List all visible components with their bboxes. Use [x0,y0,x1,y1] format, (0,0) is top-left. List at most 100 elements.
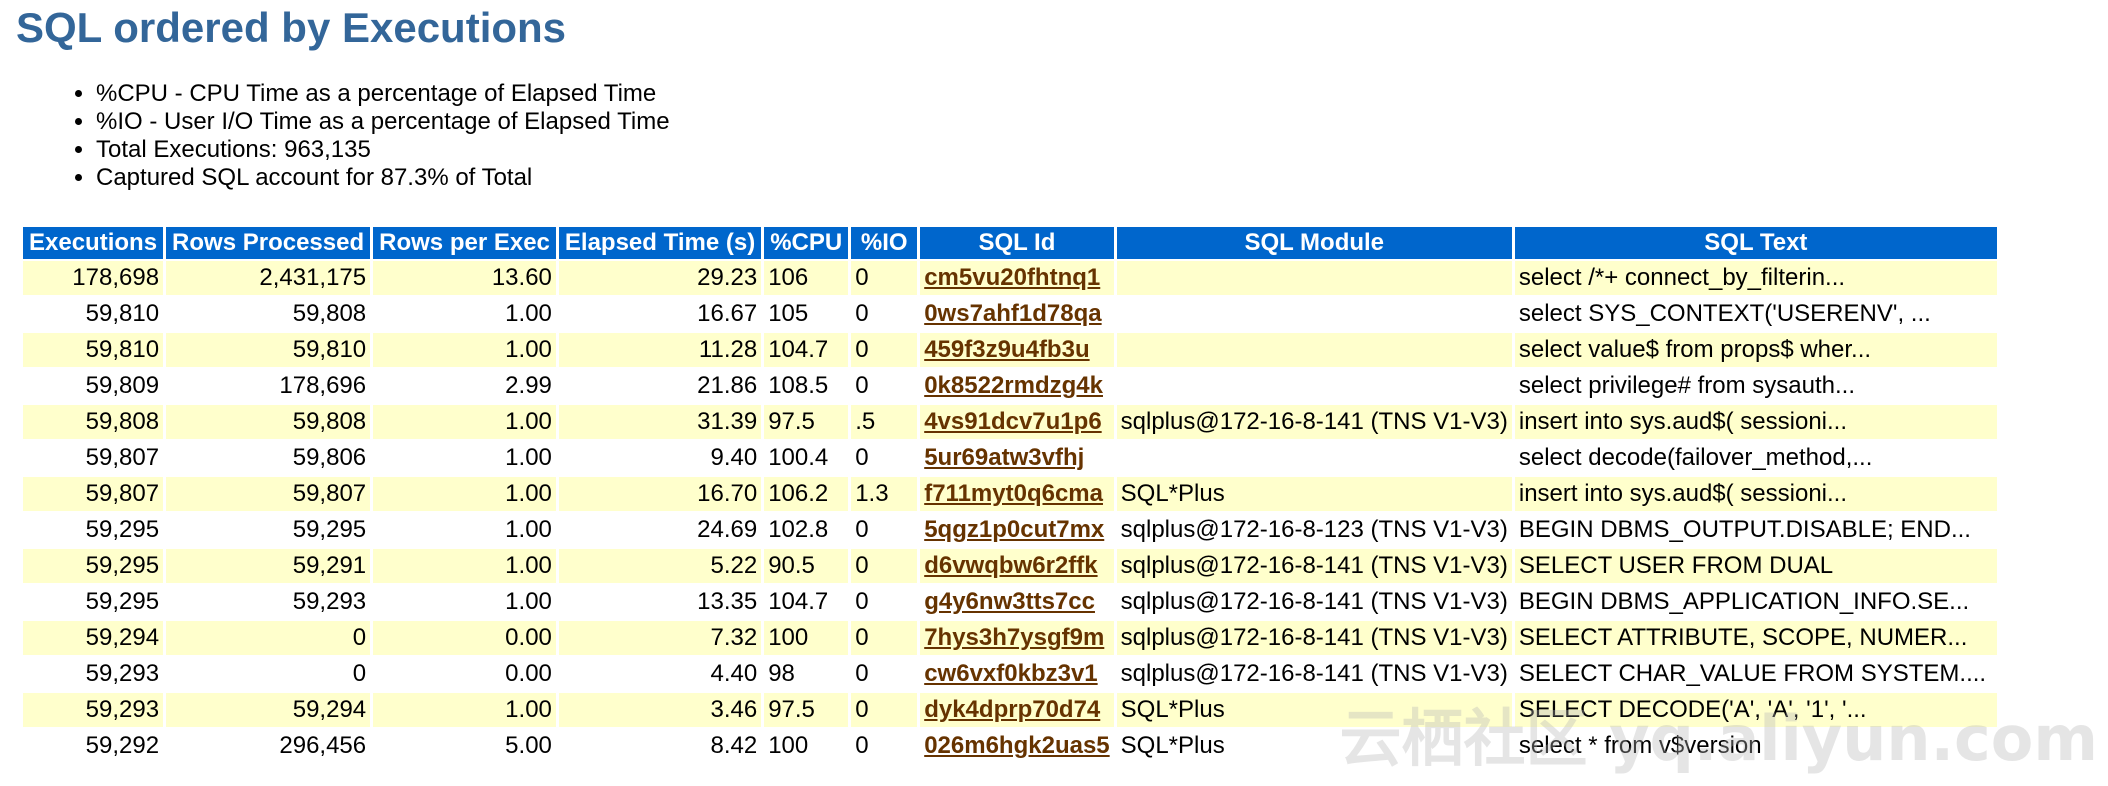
cell-cpu-pct: 104.7 [764,333,849,367]
cell-rows-processed: 2,431,175 [166,261,371,295]
table-row: 59,810 59,810 1.00 11.28 104.7 0 459f3z9u4fb3u… [23,333,1997,367]
cell-executions: 59,295 [23,549,164,583]
table-row: 59,292 296,456 5.00 8.42 100 0 026m6hgk2uas5 SQ… [23,729,1997,763]
header-rows-processed: Rows Processed [166,227,371,259]
cell-cpu-pct: 100.4 [768,444,829,471]
cell-rows-per-exec: 1.00 [505,588,552,615]
cell-elapsed-time: 4.40 [710,660,758,687]
awr-report-page: SQL ordered by Executions %CPU - CPU Tim… [0,0,2108,786]
table-row: 59,809 178,696 2.99 21.86 108.5 0 0k8522rmdzg4… [23,369,1997,403]
cell-sql-module [1116,333,1512,367]
cell-io-pct: 0 [855,732,869,759]
cell-executions: 59,292 [85,732,160,759]
cell-cpu-pct: 97.5 [764,405,849,439]
cell-elapsed-time: 31.39 [558,405,762,439]
cell-rows-processed: 59,808 [292,300,367,327]
cell-sql-id: cm5vu20fhtnq1 [920,261,1114,295]
cell-sql-text: BEGIN DBMS_OUTPUT.DISABLE; END... [1518,516,1971,543]
sql-id-link[interactable]: 5qgz1p0cut7mx [924,516,1104,543]
cell-io-pct: 0 [855,372,869,399]
cell-executions: 59,294 [23,621,164,655]
cell-rows-per-exec: 1.00 [505,516,552,543]
header-sql-id: SQL Id [920,227,1114,259]
cell-cpu-pct: 106.2 [764,477,849,511]
cell-executions: 59,810 [23,333,164,367]
cell-elapsed-time: 16.70 [558,477,762,511]
cell-io-pct: .5 [851,405,918,439]
sql-id-link[interactable]: cm5vu20fhtnq1 [924,264,1100,291]
cell-rows-processed: 296,456 [279,732,367,759]
cell-rows-per-exec: 1.00 [373,333,556,367]
cell-sql-text: insert into sys.aud$( sessioni... [1514,477,1997,511]
cell-sql-id: 026m6hgk2uas5 [920,729,1113,763]
cell-elapsed-time: 9.40 [710,444,758,471]
cell-elapsed-time: 5.22 [558,549,762,583]
sql-id-link[interactable]: g4y6nw3tts7cc [924,588,1095,615]
cell-executions: 59,295 [85,588,160,615]
cell-cpu-pct: 97.5 [764,693,849,727]
cell-io-pct: 0 [855,300,869,327]
sql-id-link[interactable]: d6vwqbw6r2ffk [924,552,1097,579]
cell-cpu-pct: 106 [764,261,849,295]
sql-id-link[interactable]: 0ws7ahf1d78qa [924,300,1101,327]
cell-rows-per-exec: 1.00 [505,300,552,327]
cell-sql-id: 5qgz1p0cut7mx [920,513,1113,547]
header-sql-module: SQL Module [1116,227,1512,259]
sql-id-link[interactable]: 7hys3h7ysgf9m [924,624,1104,651]
cell-sql-text: SELECT DECODE('A', 'A', '1', '... [1514,693,1997,727]
note-item: %CPU - CPU Time as a percentage of Elaps… [96,80,670,108]
header-rows-per-exec: Rows per Exec [373,227,556,259]
table-row: 59,293 59,294 1.00 3.46 97.5 0 dyk4dprp70d74 SQ… [23,693,1997,727]
cell-rows-processed: 0 [166,621,371,655]
cell-rows-processed: 59,293 [292,588,367,615]
sql-id-link[interactable]: 026m6hgk2uas5 [924,732,1109,759]
cell-rows-per-exec: 2.99 [505,372,552,399]
cell-elapsed-time: 8.42 [710,732,758,759]
cell-executions: 59,807 [85,444,160,471]
table-body: 178,698 2,431,175 13.60 29.23 106 0 cm5vu20fht… [23,261,1997,763]
table-row: 178,698 2,431,175 13.60 29.23 106 0 cm5vu20fht… [23,261,1997,295]
table-row: 59,295 59,291 1.00 5.22 90.5 0 d6vwqbw6r2ffk sq… [23,549,1997,583]
cell-sql-module: sqlplus@172-16-8-141 (TNS V1-V3) [1116,405,1512,439]
cell-elapsed-time: 21.86 [697,372,758,399]
header-elapsed-time: Elapsed Time (s) [558,227,762,259]
cell-rows-processed: 59,295 [292,516,367,543]
table-row: 59,808 59,808 1.00 31.39 97.5.5 4vs91dcv7u1p6… [23,405,1997,439]
cell-sql-id: dyk4dprp70d74 [920,693,1114,727]
cell-sql-text: select decode(failover_method,... [1518,444,1873,471]
cell-sql-module [1116,261,1512,295]
cell-elapsed-time: 24.69 [697,516,758,543]
cell-executions: 178,698 [23,261,164,295]
cell-rows-per-exec: 5.00 [505,732,552,759]
cell-executions: 59,808 [23,405,164,439]
cell-cpu-pct: 102.8 [768,516,829,543]
sql-id-link[interactable]: 0k8522rmdzg4k [924,372,1103,399]
cell-sql-module: sqlplus@172-16-8-141 (TNS V1-V3) [1116,549,1512,583]
cell-rows-per-exec: 0.00 [505,660,552,687]
cell-sql-module: sqlplus@172-16-8-141 (TNS V1-V3) [1120,588,1508,615]
sql-id-link[interactable]: 459f3z9u4fb3u [924,336,1089,363]
sql-id-link[interactable]: 4vs91dcv7u1p6 [924,408,1101,435]
cell-sql-text: insert into sys.aud$( sessioni... [1514,405,1997,439]
cell-rows-processed: 0 [352,660,367,687]
table-row: 59,810 59,808 1.00 16.67 105 0 0ws7ahf1d78qa se… [23,297,1997,331]
cell-rows-per-exec: 1.00 [373,477,556,511]
sql-id-link[interactable]: cw6vxf0kbz3v1 [924,660,1097,687]
table-row: 59,293 0 0.00 4.40 98 0 cw6vxf0kbz3v1 sqlplus@1… [23,657,1997,691]
sql-id-link[interactable]: f711myt0q6cma [924,480,1103,507]
cell-sql-id: 459f3z9u4fb3u [920,333,1114,367]
sql-id-link[interactable]: 5ur69atw3vfhj [924,444,1084,471]
cell-rows-per-exec: 1.00 [373,693,556,727]
cell-sql-text: SELECT USER FROM DUAL [1514,549,1997,583]
cell-sql-module: sqlplus@172-16-8-141 (TNS V1-V3) [1120,660,1508,687]
cell-elapsed-time: 29.23 [558,261,762,295]
cell-rows-processed: 59,806 [292,444,367,471]
cell-executions: 59,293 [23,693,164,727]
cell-cpu-pct: 108.5 [768,372,829,399]
sql-id-link[interactable]: dyk4dprp70d74 [924,696,1100,723]
cell-cpu-pct: 90.5 [764,549,849,583]
cell-io-pct: 0 [855,660,869,687]
cell-cpu-pct: 105 [768,300,809,327]
cell-rows-per-exec: 1.00 [373,549,556,583]
table-row: 59,295 59,293 1.00 13.35 104.7 0 g4y6nw3tts7cc… [23,585,1997,619]
